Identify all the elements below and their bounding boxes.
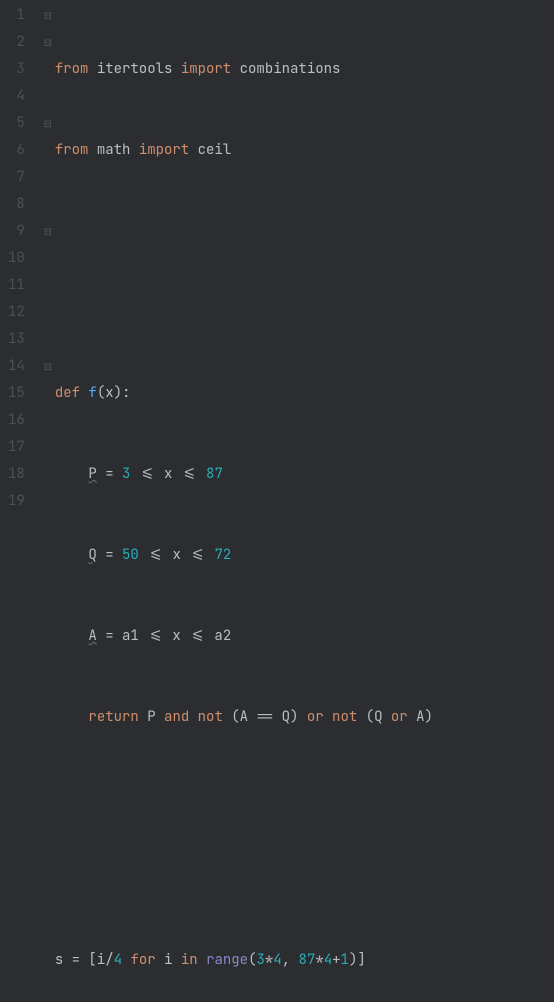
fold-toggle-icon[interactable]: ⊟ — [41, 353, 55, 380]
code-area[interactable]: from itertools import combinations from … — [55, 0, 433, 501]
code-line[interactable]: A = a1 <= x <= a2 — [55, 623, 433, 650]
fold-toggle-icon[interactable]: ⊟ — [41, 110, 55, 137]
line-number: 8 — [8, 191, 25, 218]
line-number: 3 — [8, 56, 25, 83]
line-number: 16 — [8, 407, 25, 434]
code-line[interactable] — [55, 299, 433, 326]
line-number: 19 — [8, 488, 25, 515]
code-line[interactable] — [55, 218, 433, 245]
line-number: 6 — [8, 137, 25, 164]
line-number: 13 — [8, 326, 25, 353]
line-number: 15 — [8, 380, 25, 407]
line-number: 11 — [8, 272, 25, 299]
fold-toggle-icon[interactable]: ⊟ — [41, 218, 55, 245]
code-editor[interactable]: 1 2 3 4 5 6 7 8 9 10 11 12 13 14 15 16 1… — [0, 0, 554, 501]
code-line[interactable] — [55, 866, 433, 893]
code-line[interactable]: return P and not (A == Q) or not (Q or A… — [55, 704, 433, 731]
line-number: 1 — [8, 2, 25, 29]
code-line[interactable]: from math import ceil — [55, 137, 433, 164]
line-number: 4 — [8, 83, 25, 110]
code-line[interactable]: P = 3 <= x <= 87 — [55, 461, 433, 488]
code-line[interactable]: from itertools import combinations — [55, 56, 433, 83]
line-number: 10 — [8, 245, 25, 272]
code-line[interactable] — [55, 785, 433, 812]
code-line[interactable]: s = [i/4 for i in range(3*4, 87*4+1)] — [55, 947, 433, 974]
code-line[interactable]: Q = 50 <= x <= 72 — [55, 542, 433, 569]
line-number: 5 — [8, 110, 25, 137]
line-number-gutter: 1 2 3 4 5 6 7 8 9 10 11 12 13 14 15 16 1… — [0, 0, 41, 501]
line-number: 2 — [8, 29, 25, 56]
fold-gutter: ⊟ ⊟ ⊟ ⊟ ⊟ — [41, 0, 55, 501]
line-number: 18 — [8, 461, 25, 488]
line-number: 9 — [8, 218, 25, 245]
fold-toggle-icon[interactable]: ⊟ — [41, 29, 55, 56]
line-number: 12 — [8, 299, 25, 326]
fold-toggle-icon[interactable]: ⊟ — [41, 2, 55, 29]
line-number: 17 — [8, 434, 25, 461]
code-line[interactable]: def f(x): — [55, 380, 433, 407]
line-number: 7 — [8, 164, 25, 191]
line-number: 14 — [8, 353, 25, 380]
